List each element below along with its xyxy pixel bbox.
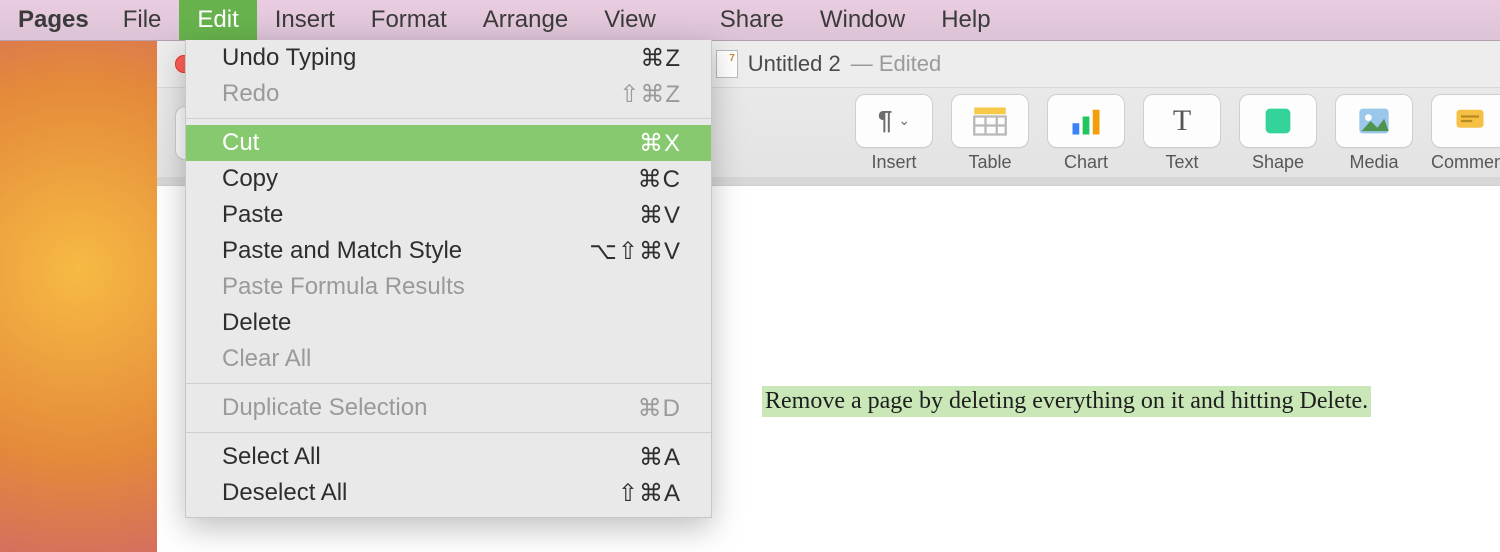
chart-button[interactable]: [1047, 94, 1125, 148]
menu-item-label: Duplicate Selection: [222, 394, 427, 422]
menu-item-shortcut: ⌘V: [639, 201, 681, 230]
menu-item-shortcut: ⇧⌘Z: [619, 80, 681, 109]
menu-file[interactable]: File: [105, 0, 180, 40]
shape-label: Shape: [1252, 152, 1304, 173]
comment-icon: [1452, 103, 1488, 139]
menu-item-label: Undo Typing: [222, 44, 356, 72]
text-button[interactable]: T: [1143, 94, 1221, 148]
app-name[interactable]: Pages: [14, 6, 105, 34]
menu-item-select-all[interactable]: Select All ⌘A: [186, 439, 711, 475]
menu-item-label: Paste Formula Results: [222, 273, 465, 301]
menu-format[interactable]: Format: [353, 0, 465, 40]
selected-body-text[interactable]: Remove a page by deleting everything on …: [762, 386, 1371, 417]
menu-item-label: Copy: [222, 165, 278, 193]
edit-menu-panel: Undo Typing ⌘Z Redo ⇧⌘Z Cut ⌘X Copy ⌘C P…: [185, 40, 712, 518]
menu-item-clear-all[interactable]: Clear All: [186, 341, 711, 377]
menu-item-shortcut: ⌘C: [638, 165, 681, 194]
shape-tool[interactable]: Shape: [1239, 94, 1317, 173]
menu-item-shortcut: ⌘A: [639, 443, 681, 472]
menu-view[interactable]: View: [586, 0, 674, 40]
menu-window[interactable]: Window: [802, 0, 923, 40]
menu-item-paste-match-style[interactable]: Paste and Match Style ⌥⇧⌘V: [186, 233, 711, 269]
menu-item-delete[interactable]: Delete: [186, 305, 711, 341]
text-tool[interactable]: T Text: [1143, 94, 1221, 173]
menu-separator: [186, 118, 711, 119]
table-button[interactable]: [951, 94, 1029, 148]
menu-edit[interactable]: Edit: [179, 0, 256, 40]
menu-insert[interactable]: Insert: [257, 0, 353, 40]
table-tool[interactable]: Table: [951, 94, 1029, 173]
chevron-down-icon: ⌄: [898, 112, 910, 129]
media-icon: [1356, 103, 1392, 139]
chart-tool[interactable]: Chart: [1047, 94, 1125, 173]
menu-item-label: Clear All: [222, 345, 311, 373]
media-button[interactable]: [1335, 94, 1413, 148]
menu-item-label: Delete: [222, 309, 291, 337]
media-tool[interactable]: Media: [1335, 94, 1413, 173]
insert-label: Insert: [871, 152, 916, 173]
menu-item-shortcut: ⌘D: [638, 394, 681, 423]
menu-item-label: Cut: [222, 129, 259, 157]
menubar: Pages File Edit Insert Format Arrange Vi…: [0, 0, 1500, 41]
comment-tool[interactable]: Comment: [1431, 94, 1500, 173]
shape-icon: [1260, 103, 1296, 139]
menu-item-duplicate-selection[interactable]: Duplicate Selection ⌘D: [186, 390, 711, 426]
comment-button[interactable]: [1431, 94, 1500, 148]
menu-item-paste[interactable]: Paste ⌘V: [186, 197, 711, 233]
menu-item-undo[interactable]: Undo Typing ⌘Z: [186, 40, 711, 76]
menu-item-redo[interactable]: Redo ⇧⌘Z: [186, 76, 711, 112]
menu-item-label: Deselect All: [222, 479, 347, 507]
table-label: Table: [968, 152, 1011, 173]
menu-item-shortcut: ⇧⌘A: [618, 479, 681, 508]
insert-button[interactable]: ¶ ⌄: [855, 94, 933, 148]
table-icon: [972, 103, 1008, 139]
menu-item-deselect-all[interactable]: Deselect All ⇧⌘A: [186, 475, 711, 511]
menu-item-shortcut: ⌘Z: [640, 44, 681, 73]
menu-help[interactable]: Help: [923, 0, 1008, 40]
desktop-wallpaper: [0, 40, 157, 552]
document-icon: [716, 50, 738, 78]
toolbar-center-group: ¶ ⌄ Insert Table Chart T: [855, 94, 1500, 173]
menu-item-label: Paste: [222, 201, 283, 229]
menu-separator: [186, 383, 711, 384]
menu-arrange[interactable]: Arrange: [465, 0, 586, 40]
chart-label: Chart: [1064, 152, 1108, 173]
menu-item-label: Select All: [222, 443, 321, 471]
menu-item-copy[interactable]: Copy ⌘C: [186, 161, 711, 197]
menu-item-label: Redo: [222, 80, 279, 108]
window-title[interactable]: Untitled 2 — Edited: [716, 50, 941, 78]
document-name: Untitled 2: [748, 51, 841, 77]
menu-item-cut[interactable]: Cut ⌘X: [186, 125, 711, 161]
comment-label: Comment: [1431, 152, 1500, 173]
document-edited-label: — Edited: [851, 51, 942, 77]
pilcrow-icon: ¶: [878, 105, 892, 136]
text-label: Text: [1165, 152, 1198, 173]
menu-item-paste-formula-results[interactable]: Paste Formula Results: [186, 269, 711, 305]
text-icon: T: [1173, 104, 1191, 138]
menu-item-shortcut: ⌥⇧⌘V: [589, 237, 681, 266]
insert-tool[interactable]: ¶ ⌄ Insert: [855, 94, 933, 173]
menu-item-shortcut: ⌘X: [639, 129, 681, 158]
chart-icon: [1068, 103, 1104, 139]
menu-separator: [186, 432, 711, 433]
shape-button[interactable]: [1239, 94, 1317, 148]
menu-item-label: Paste and Match Style: [222, 237, 462, 265]
media-label: Media: [1349, 152, 1398, 173]
menu-share[interactable]: Share: [702, 0, 802, 40]
